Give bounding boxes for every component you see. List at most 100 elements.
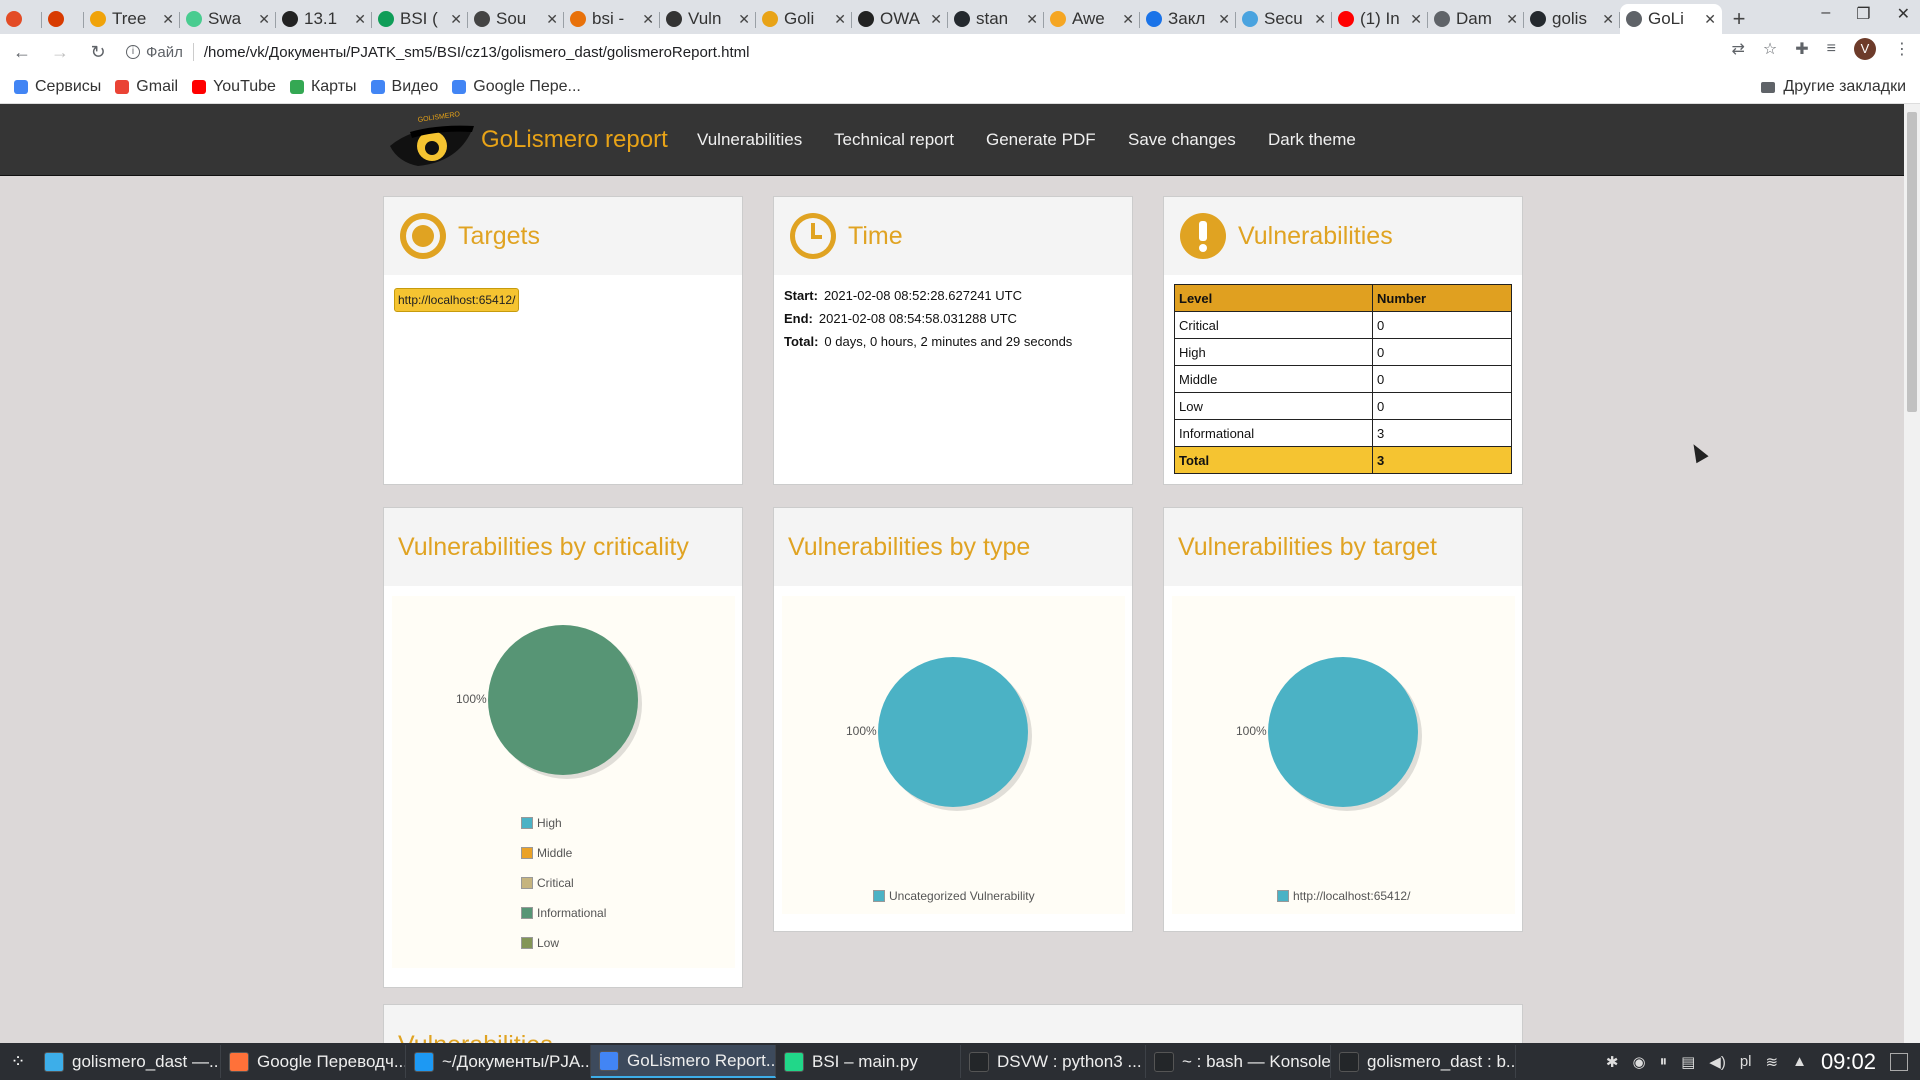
taskbar-task[interactable]: Google Переводч... [221, 1045, 406, 1078]
browser-tab[interactable]: GoLi ✕ [1620, 4, 1722, 34]
bookmark-item[interactable]: YouTube [192, 78, 276, 96]
info-icon[interactable]: i [126, 45, 140, 59]
taskbar-task[interactable]: ~/Документы/PJA... [406, 1045, 591, 1078]
clock[interactable]: 09:02 [1821, 1049, 1876, 1075]
tab-close-icon[interactable]: ✕ [930, 11, 942, 28]
taskbar-task[interactable]: ~ : bash — Konsole [1146, 1045, 1331, 1078]
scrollbar-thumb[interactable] [1907, 112, 1917, 412]
tab-close-icon[interactable]: ✕ [1218, 11, 1230, 28]
browser-tab[interactable]: Закл ✕ [1140, 4, 1236, 34]
bookmark-item[interactable]: Google Пере... [452, 78, 581, 96]
tab-close-icon[interactable]: ✕ [642, 11, 654, 28]
tab-close-icon[interactable]: ✕ [1314, 11, 1326, 28]
taskbar-task[interactable]: GoLismero Report... [591, 1045, 776, 1078]
new-tab-button[interactable]: + [1722, 4, 1756, 34]
browser-tab[interactable] [42, 4, 84, 34]
legend-item: Uncategorized Vulnerability [873, 881, 1035, 911]
pie-slice-informational[interactable] [488, 625, 638, 775]
media-icon[interactable]: ≡ [1827, 40, 1836, 58]
updates-icon[interactable]: ◉ [1632, 1053, 1645, 1071]
tab-close-icon[interactable]: ✕ [1026, 11, 1038, 28]
tab-close-icon[interactable]: ✕ [450, 11, 462, 28]
translate-icon[interactable]: ⇄ [1732, 39, 1745, 59]
browser-tab[interactable]: Vuln ✕ [660, 4, 756, 34]
type-chart-title: Vulnerabilities by type [788, 532, 1031, 561]
browser-tab[interactable]: Secu ✕ [1236, 4, 1332, 34]
browser-tab[interactable]: stan ✕ [948, 4, 1044, 34]
golismero-logo[interactable]: GOLISMERO [388, 110, 476, 170]
bookmark-item[interactable]: Сервисы [14, 78, 101, 96]
bookmark-label: Видео [391, 77, 439, 95]
legend-swatch [521, 877, 533, 889]
wifi-icon[interactable]: ≋ [1766, 1053, 1779, 1071]
nav-save-changes[interactable]: Save changes [1128, 130, 1236, 150]
level-cell: Middle [1174, 365, 1373, 393]
pie-slice-uncategorized-vulnerability[interactable] [878, 657, 1028, 807]
taskbar-task[interactable]: golismero_dast : b... [1331, 1045, 1516, 1078]
notifications-icon[interactable]: ✱ [1606, 1053, 1619, 1071]
page-scrollbar[interactable] [1904, 104, 1920, 1043]
minimize-icon[interactable]: – [1821, 4, 1830, 24]
nav-generate-pdf[interactable]: Generate PDF [986, 130, 1096, 150]
browser-tab[interactable]: 13.1 ✕ [276, 4, 372, 34]
tab-bar: Tree ✕ Swa ✕ 13.1 ✕ BSI (✕ Sou ✕ bsi - ✕ Vuln ✕ Goli ✕… [0, 0, 1920, 34]
keyboard-layout[interactable]: pl [1740, 1053, 1752, 1070]
reload-icon[interactable]: ↻ [82, 36, 114, 68]
tab-close-icon[interactable]: ✕ [1602, 11, 1614, 28]
pie-slice-http-localhost-65412-[interactable] [1268, 657, 1418, 807]
close-icon[interactable]: ✕ [1897, 4, 1910, 24]
nav-technical-report[interactable]: Technical report [834, 130, 954, 150]
gmail-icon [115, 79, 130, 94]
address-bar[interactable]: i Файл /home/vk/Документы/PJATK_sm5/BSI/… [122, 38, 1707, 66]
volume-icon[interactable]: ◀) [1709, 1053, 1726, 1071]
browser-tab[interactable]: Tree ✕ [84, 4, 180, 34]
browser-tab[interactable]: golis ✕ [1524, 4, 1620, 34]
restore-icon[interactable]: ❐ [1856, 4, 1870, 24]
nav-vulnerabilities[interactable]: Vulnerabilities [697, 130, 802, 150]
browser-tab[interactable]: (1) In ✕ [1332, 4, 1428, 34]
tab-close-icon[interactable]: ✕ [258, 11, 270, 28]
tab-close-icon[interactable]: ✕ [1122, 11, 1134, 28]
tab-close-icon[interactable]: ✕ [1506, 11, 1518, 28]
nav-dark-theme[interactable]: Dark theme [1268, 130, 1356, 150]
browser-tab[interactable]: bsi - ✕ [564, 4, 660, 34]
bookmark-item[interactable]: Gmail [115, 78, 178, 96]
taskbar-task[interactable]: golismero_dast —... [36, 1045, 221, 1078]
tab-close-icon[interactable]: ✕ [1410, 11, 1422, 28]
browser-tab[interactable]: Sou ✕ [468, 4, 564, 34]
tab-close-icon[interactable]: ✕ [1704, 11, 1716, 28]
tab-close-icon[interactable]: ✕ [834, 11, 846, 28]
taskbar-task[interactable]: DSVW : python3 ... [961, 1045, 1146, 1078]
other-bookmarks[interactable]: Другие закладки [1761, 78, 1906, 96]
security-icon [1242, 11, 1258, 27]
browser-tab[interactable] [0, 4, 42, 34]
app-launcher-icon[interactable]: ⁘ [0, 1043, 36, 1080]
browser-tab[interactable]: BSI (✕ [372, 4, 468, 34]
media-player-icon[interactable]: ⏸ [1660, 1053, 1668, 1070]
browser-tab[interactable]: OWA ✕ [852, 4, 948, 34]
report-brand[interactable]: GoLismero report [481, 126, 668, 154]
browser-tab[interactable]: Goli ✕ [756, 4, 852, 34]
tab-close-icon[interactable]: ✕ [546, 11, 558, 28]
extensions-icon[interactable]: ✚ [1795, 39, 1808, 59]
bookmark-item[interactable]: Видео [370, 77, 439, 96]
tab-close-icon[interactable]: ✕ [162, 11, 174, 28]
menu-icon[interactable]: ⋮ [1894, 39, 1910, 59]
profile-avatar[interactable]: V [1854, 38, 1876, 60]
target-chart: 100% http://localhost:65412/ [1172, 596, 1515, 914]
tab-close-icon[interactable]: ✕ [738, 11, 750, 28]
target-tag[interactable]: http://localhost:65412/ [394, 288, 520, 312]
bookmark-item[interactable]: Карты [289, 78, 357, 96]
tray-expand-icon[interactable]: ▲ [1792, 1053, 1807, 1070]
clipboard-icon[interactable]: ▤ [1681, 1053, 1695, 1071]
show-desktop-icon[interactable] [1890, 1052, 1908, 1071]
tab-close-icon[interactable]: ✕ [354, 11, 366, 28]
address-url[interactable]: /home/vk/Документы/PJATK_sm5/BSI/cz13/go… [204, 44, 750, 61]
browser-tab[interactable]: Awe ✕ [1044, 4, 1140, 34]
browser-tab[interactable]: Swa ✕ [180, 4, 276, 34]
taskbar-task[interactable]: BSI – main.py [776, 1045, 961, 1078]
back-icon[interactable]: ← [6, 36, 38, 68]
browser-tab[interactable]: Dam ✕ [1428, 4, 1524, 34]
bookmark-star-icon[interactable]: ☆ [1763, 39, 1777, 59]
forward-icon[interactable]: → [44, 36, 76, 68]
